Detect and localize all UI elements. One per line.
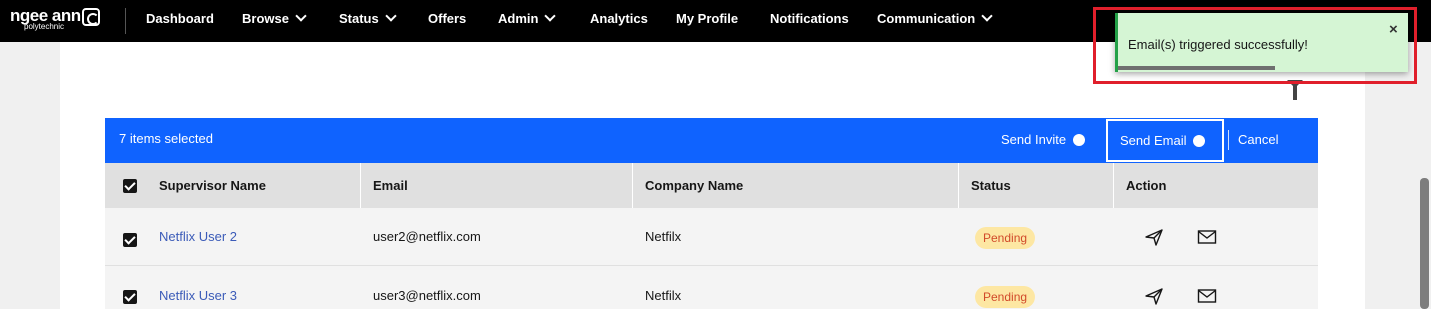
column-separator [958, 163, 959, 208]
ngee-ann-logo[interactable]: ngee ann polytechnic [10, 5, 105, 35]
nav-admin-label: Admin [498, 11, 539, 26]
logo-mark-icon [82, 8, 100, 26]
nav-dashboard[interactable]: Dashboard [146, 11, 214, 27]
header-action: Action [1126, 178, 1167, 193]
company-cell: Netfilx [645, 288, 682, 303]
column-separator [1113, 163, 1114, 208]
mail-icon[interactable] [1196, 285, 1218, 307]
status-badge: Pending [975, 286, 1036, 308]
row-checkbox[interactable] [123, 233, 137, 247]
send-invite-icon[interactable] [1143, 226, 1165, 248]
header-status[interactable]: Status [971, 178, 1011, 193]
chevron-down-icon [295, 10, 307, 22]
chevron-down-icon [544, 10, 557, 22]
supervisor-name-link[interactable]: Netflix User 2 [159, 229, 237, 244]
mail-icon[interactable] [1196, 226, 1218, 248]
nav-browse-label: Browse [242, 11, 289, 26]
supervisor-name-link[interactable]: Netflix User 3 [159, 288, 237, 303]
chevron-down-icon [981, 10, 993, 22]
nav-my-profile[interactable]: My Profile [676, 11, 738, 27]
nav-admin[interactable]: Admin [498, 10, 557, 27]
send-email-label: Send Email [1120, 133, 1187, 148]
highlight-box [1093, 7, 1417, 84]
header-email[interactable]: Email [373, 178, 408, 193]
header-company-name[interactable]: Company Name [645, 178, 743, 193]
send-invite-icon[interactable] [1143, 285, 1165, 307]
row-checkbox[interactable] [123, 290, 137, 304]
nav-communication-label: Communication [877, 11, 976, 26]
send-email-label-wrap: Send Email [1120, 133, 1206, 148]
nav-offers[interactable]: Offers [428, 11, 466, 27]
send-invite-button[interactable]: Send Invite [1001, 132, 1086, 147]
nav-communication[interactable]: Communication [877, 10, 993, 27]
send-invite-label: Send Invite [1001, 132, 1067, 147]
table-row: Netflix User 2 user2@netflix.com Netfilx… [105, 208, 1318, 266]
selected-count: 7 items selected [119, 131, 213, 146]
email-cell: user3@netflix.com [373, 288, 481, 303]
cancel-button[interactable]: Cancel [1238, 132, 1278, 147]
nav-status-label: Status [339, 11, 379, 26]
nav-notifications[interactable]: Notifications [770, 11, 849, 27]
select-all-checkbox[interactable] [123, 179, 137, 193]
nav-analytics[interactable]: Analytics [590, 11, 648, 27]
email-cell: user2@netflix.com [373, 229, 481, 244]
logo-subtext: polytechnic [24, 22, 65, 31]
table-row: Netflix User 3 user3@netflix.com Netfilx… [105, 266, 1318, 309]
send-email-button[interactable]: Send Email [1106, 119, 1224, 162]
header-supervisor-name[interactable]: Supervisor Name [159, 178, 266, 193]
batch-action-bar: 7 items selected Send Invite Send Email … [105, 118, 1318, 163]
table-header: Supervisor Name Email Company Name Statu… [105, 163, 1318, 208]
nav-status[interactable]: Status [339, 10, 397, 27]
page-scrollbar[interactable] [1420, 178, 1429, 309]
chevron-down-icon [385, 10, 397, 22]
nav-browse[interactable]: Browse [242, 10, 307, 27]
column-separator [360, 163, 361, 208]
send-email-icon [1193, 135, 1206, 147]
nav-divider [125, 8, 126, 34]
action-separator [1228, 130, 1229, 150]
company-cell: Netfilx [645, 229, 682, 244]
send-invite-icon [1073, 134, 1086, 146]
status-badge: Pending [975, 227, 1036, 249]
column-separator [632, 163, 633, 208]
